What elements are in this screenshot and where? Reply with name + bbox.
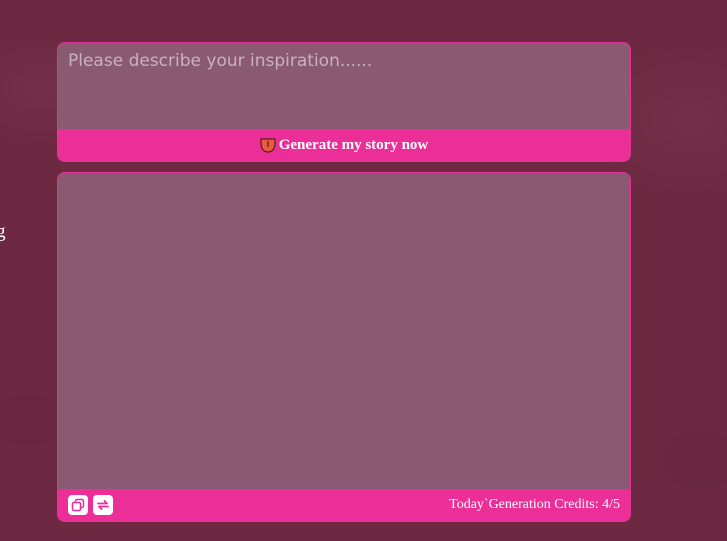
generate-story-button[interactable]: Generate my story now <box>58 129 630 161</box>
copy-icon <box>71 498 85 512</box>
output-footer-bar: Today`Generation Credits: 4/5 <box>58 489 630 521</box>
generate-story-label: Generate my story now <box>278 136 429 153</box>
regenerate-button[interactable] <box>93 495 113 515</box>
tongue-emoji-icon <box>260 137 276 153</box>
refresh-icon <box>97 500 109 510</box>
truncated-left-text: g <box>0 221 6 242</box>
copy-button[interactable] <box>68 495 88 515</box>
inspiration-input[interactable] <box>58 43 630 129</box>
inspiration-panel: Generate my story now <box>57 42 631 162</box>
story-output-panel: Today`Generation Credits: 4/5 <box>57 172 631 522</box>
generation-credits: Today`Generation Credits: 4/5 <box>449 497 620 512</box>
story-output-area <box>58 173 630 489</box>
